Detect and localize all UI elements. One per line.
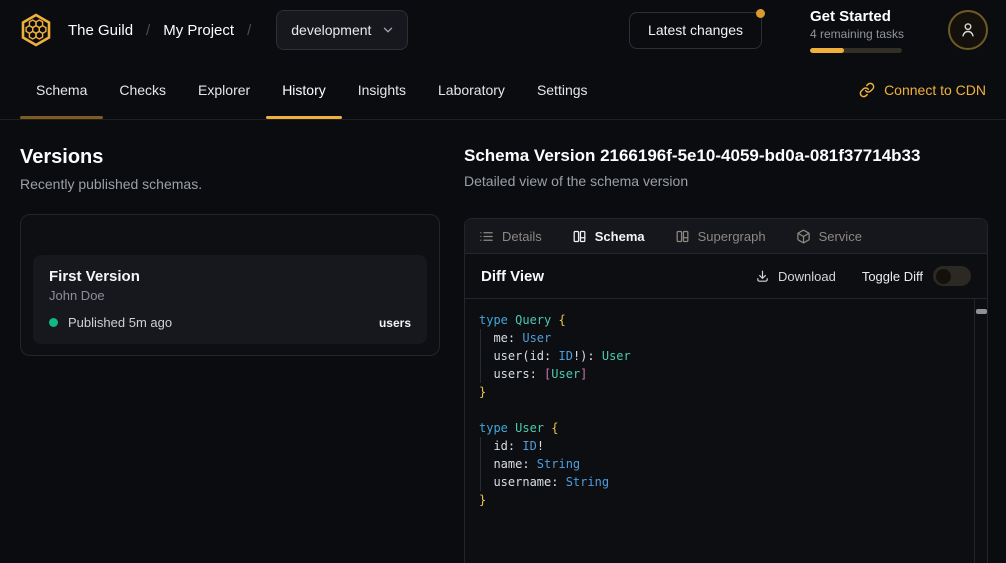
- schema-code-viewer[interactable]: type Query { me: User user(id: ID!): Use…: [465, 298, 987, 563]
- toggle-diff-label: Toggle Diff: [862, 269, 923, 284]
- breadcrumb-separator: /: [247, 22, 251, 39]
- chevron-down-icon: [381, 23, 395, 37]
- nav-tab-label: Explorer: [198, 82, 250, 98]
- diff-view-title: Diff View: [481, 268, 544, 285]
- code-block: type Query { me: User user(id: ID!): Use…: [465, 299, 987, 521]
- get-started-widget[interactable]: Get Started 4 remaining tasks: [810, 8, 902, 53]
- code-scrollbar-thumb[interactable]: [976, 309, 987, 314]
- breadcrumb-org[interactable]: The Guild: [68, 22, 133, 39]
- get-started-progress-fill: [810, 48, 844, 53]
- breadcrumb-project[interactable]: My Project: [163, 22, 234, 39]
- panel-tab-label: Service: [819, 229, 862, 244]
- panel-tab-label: Schema: [595, 229, 645, 244]
- hive-logo-icon[interactable]: [18, 12, 54, 48]
- panel-tab-bar: Details Schema Supergraph: [465, 219, 987, 254]
- top-header: The Guild / My Project / development Lat…: [0, 0, 1006, 60]
- nav-tab-settings[interactable]: Settings: [521, 60, 604, 119]
- versions-list-card: First Version John Doe Published 5m ago …: [20, 214, 440, 356]
- panel-tab-label: Details: [502, 229, 542, 244]
- latest-changes-label: Latest changes: [648, 22, 743, 38]
- nav-tab-label: History: [282, 82, 326, 98]
- published-dot-icon: [49, 318, 58, 327]
- get-started-subtitle: 4 remaining tasks: [810, 27, 902, 41]
- download-label: Download: [778, 269, 836, 284]
- code-scrollbar-track: [974, 299, 987, 563]
- nav-tab-insights[interactable]: Insights: [342, 60, 422, 119]
- nav-tab-label: Settings: [537, 82, 588, 98]
- nav-tab-laboratory[interactable]: Laboratory: [422, 60, 521, 119]
- main-content: Versions Recently published schemas. Fir…: [0, 120, 1006, 563]
- nav-tab-history[interactable]: History: [266, 60, 342, 119]
- breadcrumb-separator: /: [146, 22, 150, 39]
- version-author: John Doe: [49, 288, 411, 303]
- connect-to-cdn-button[interactable]: Connect to CDN: [859, 60, 988, 119]
- nav-tab-schema[interactable]: Schema: [20, 60, 103, 119]
- panel-tab-service[interactable]: Service: [796, 229, 862, 244]
- version-list-item[interactable]: First Version John Doe Published 5m ago …: [33, 255, 427, 344]
- versions-subtitle: Recently published schemas.: [20, 176, 440, 192]
- user-icon: [958, 20, 978, 40]
- schema-version-title: Schema Version 2166196f-5e10-4059-bd0a-0…: [464, 146, 988, 166]
- get-started-progress-track: [810, 48, 902, 53]
- panel-tab-schema[interactable]: Schema: [572, 229, 645, 244]
- link-icon: [859, 82, 875, 98]
- environment-selector[interactable]: development: [276, 10, 408, 50]
- version-status: Published 5m ago: [68, 315, 172, 330]
- nav-tab-label: Insights: [358, 82, 406, 98]
- project-nav: Schema Checks Explorer History Insights …: [0, 60, 1006, 120]
- nav-tab-label: Laboratory: [438, 82, 505, 98]
- schema-version-section: Schema Version 2166196f-5e10-4059-bd0a-0…: [464, 146, 988, 563]
- columns-icon: [675, 229, 690, 244]
- cube-icon: [796, 229, 811, 244]
- panel-tab-details[interactable]: Details: [479, 229, 542, 244]
- versions-section: Versions Recently published schemas. Fir…: [20, 146, 440, 563]
- toggle-diff-switch[interactable]: [933, 266, 971, 286]
- nav-tab-explorer[interactable]: Explorer: [182, 60, 266, 119]
- nav-tab-label: Schema: [36, 82, 87, 98]
- download-icon: [755, 269, 770, 284]
- nav-tab-label: Checks: [119, 82, 166, 98]
- tab-underline: [20, 116, 103, 119]
- nav-tab-checks[interactable]: Checks: [103, 60, 182, 119]
- panel-tab-label: Supergraph: [698, 229, 766, 244]
- tab-underline: [266, 116, 342, 119]
- header-right: Latest changes Get Started 4 remaining t…: [629, 8, 988, 53]
- schema-version-subtitle: Detailed view of the schema version: [464, 173, 988, 189]
- environment-selector-value: development: [291, 22, 371, 38]
- toggle-knob: [936, 269, 951, 284]
- diff-view-header: Diff View Download Toggle Diff: [465, 254, 987, 298]
- user-avatar[interactable]: [948, 10, 988, 50]
- connect-to-cdn-label: Connect to CDN: [884, 82, 986, 98]
- diff-actions: Download Toggle Diff: [755, 266, 971, 286]
- panel-tab-supergraph[interactable]: Supergraph: [675, 229, 766, 244]
- version-status-row: Published 5m ago users: [49, 315, 411, 330]
- get-started-title: Get Started: [810, 8, 902, 25]
- download-button[interactable]: Download: [755, 269, 836, 284]
- service-badge: users: [379, 316, 411, 330]
- toggle-diff-control: Toggle Diff: [862, 266, 971, 286]
- schema-version-panel: Details Schema Supergraph: [464, 218, 988, 563]
- list-icon: [479, 229, 494, 244]
- columns-icon: [572, 229, 587, 244]
- version-name: First Version: [49, 268, 411, 285]
- notification-dot: [756, 9, 765, 18]
- latest-changes-button[interactable]: Latest changes: [629, 12, 762, 49]
- versions-title: Versions: [20, 146, 440, 169]
